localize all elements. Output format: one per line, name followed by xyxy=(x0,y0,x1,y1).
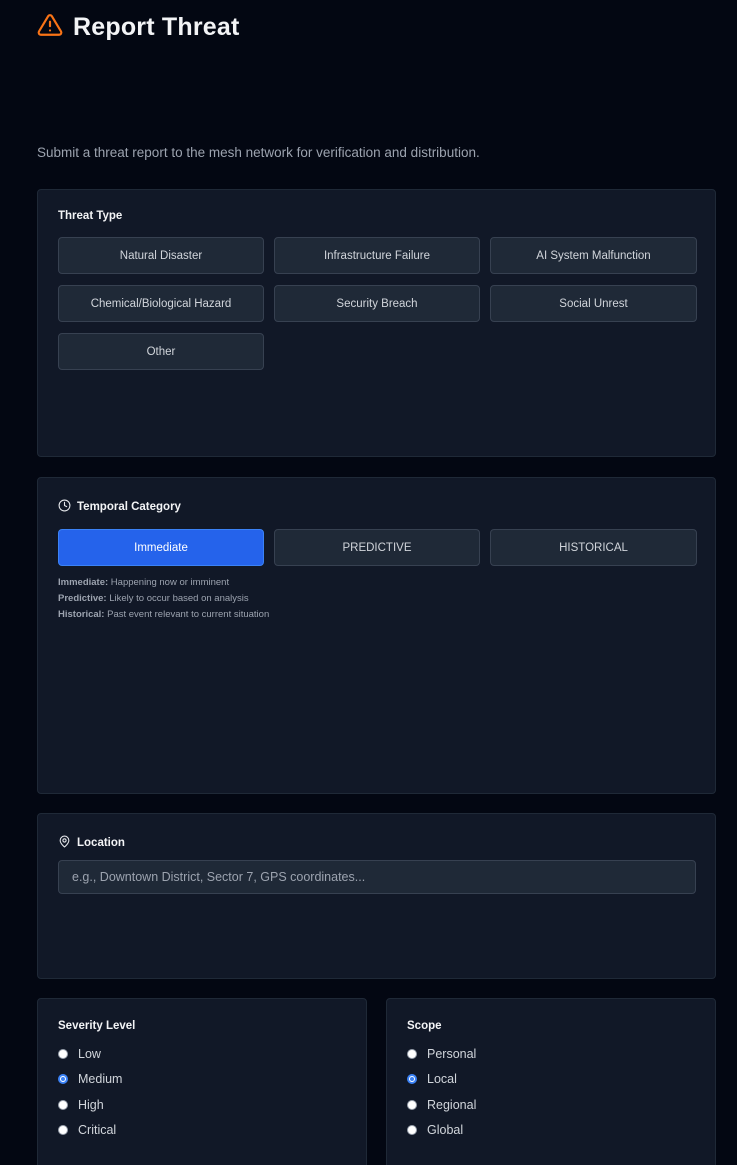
threat-option-security-breach[interactable]: Security Breach xyxy=(274,285,480,322)
radio-button[interactable] xyxy=(58,1125,68,1136)
temporal-option-immediate[interactable]: Immediate xyxy=(58,529,264,566)
severity-option-medium[interactable]: Medium xyxy=(58,1067,346,1093)
radio-button[interactable] xyxy=(58,1099,68,1110)
threat-type-card: Threat Type Natural Disaster Infrastruct… xyxy=(37,189,716,457)
severity-option-low[interactable]: Low xyxy=(58,1041,346,1067)
scope-radio-group: Personal Local Regional Global xyxy=(407,1041,695,1143)
location-card: Location xyxy=(37,813,716,979)
radio-button[interactable] xyxy=(58,1048,68,1059)
temporal-legend: Immediate: Happening now or imminent Pre… xyxy=(58,575,695,623)
location-label: Location xyxy=(58,835,695,851)
severity-option-critical[interactable]: Critical xyxy=(58,1118,346,1144)
severity-radio-group: Low Medium High Critical xyxy=(58,1041,346,1143)
temporal-option-predictive[interactable]: PREDICTIVE xyxy=(274,529,480,566)
threat-option-infrastructure-failure[interactable]: Infrastructure Failure xyxy=(274,237,480,274)
temporal-category-card: Temporal Category Immediate PREDICTIVE H… xyxy=(37,477,716,794)
temporal-option-historical[interactable]: HISTORICAL xyxy=(490,529,697,566)
scope-option-local[interactable]: Local xyxy=(407,1067,695,1093)
threat-option-social-unrest[interactable]: Social Unrest xyxy=(490,285,697,322)
scope-option-personal[interactable]: Personal xyxy=(407,1041,695,1067)
radio-button[interactable] xyxy=(407,1099,417,1110)
legend-historical: Historical: Past event relevant to curre… xyxy=(58,609,270,620)
scope-option-global[interactable]: Global xyxy=(407,1118,695,1144)
severity-option-high[interactable]: High xyxy=(58,1092,346,1118)
threat-option-other[interactable]: Other xyxy=(58,333,264,370)
page-title: Report Threat xyxy=(73,13,240,41)
location-input[interactable] xyxy=(58,860,696,894)
legend-predictive: Predictive: Likely to occur based on ana… xyxy=(58,593,249,604)
radio-button[interactable] xyxy=(407,1048,417,1059)
temporal-options: Immediate PREDICTIVE HISTORICAL xyxy=(58,529,697,566)
warning-triangle-icon xyxy=(37,12,63,43)
page-header: Report Threat xyxy=(37,12,240,43)
map-pin-icon xyxy=(58,835,71,851)
severity-card: Severity Level Low Medium High Critical xyxy=(37,998,367,1165)
threat-option-natural-disaster[interactable]: Natural Disaster xyxy=(58,237,264,274)
radio-button-checked[interactable] xyxy=(58,1074,68,1085)
threat-type-options: Natural Disaster Infrastructure Failure … xyxy=(58,237,697,370)
radio-button-checked[interactable] xyxy=(407,1074,417,1085)
temporal-category-label: Temporal Category xyxy=(58,499,695,515)
scope-label: Scope xyxy=(407,1020,442,1032)
threat-option-ai-system-malfunction[interactable]: AI System Malfunction xyxy=(490,237,697,274)
scope-option-regional[interactable]: Regional xyxy=(407,1092,695,1118)
legend-immediate: Immediate: Happening now or imminent xyxy=(58,577,230,588)
radio-button[interactable] xyxy=(407,1125,417,1136)
severity-label: Severity Level xyxy=(58,1020,136,1032)
threat-type-label: Threat Type xyxy=(58,210,123,222)
page-subtitle: Submit a threat report to the mesh netwo… xyxy=(37,145,480,160)
clock-icon xyxy=(58,499,71,515)
scope-card: Scope Personal Local Regional Global xyxy=(386,998,716,1165)
threat-option-chemical-biological-hazard[interactable]: Chemical/Biological Hazard xyxy=(58,285,264,322)
